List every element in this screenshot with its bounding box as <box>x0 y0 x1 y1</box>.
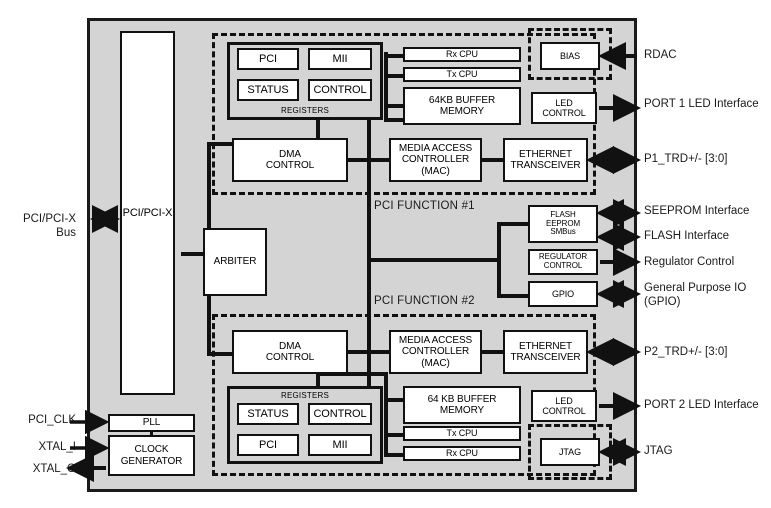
wire-periph-column <box>497 222 501 298</box>
f2-register-mii-label: MII <box>332 438 348 451</box>
f1-tx-cpu-label: Tx CPU <box>446 69 478 80</box>
f1-register-control[interactable]: CONTROL <box>308 79 372 101</box>
io-label-flash: FLASH Interface <box>644 230 730 242</box>
f2-register-control-label: CONTROL <box>313 407 367 420</box>
io-label-pci-clk: PCI_CLK <box>28 414 76 426</box>
f2-register-mii[interactable]: MII <box>308 434 372 456</box>
f2-register-pci-label: PCI <box>258 438 278 451</box>
regulator-control-label: REGULATOR CONTROL <box>538 252 588 270</box>
f2-led-control-label: LED CONTROL <box>542 395 586 416</box>
io-label-p2-trd: P2_TRD+/- [3:0] <box>644 346 728 358</box>
f2-dma-control-label: DMA CONTROL <box>265 340 315 363</box>
f1-register-status[interactable]: STATUS <box>237 79 299 101</box>
arbiter-label: ARBITER <box>213 256 257 268</box>
flash-eeprom-smbus-label: FLASH EEPROM SMBus <box>545 209 581 237</box>
f2-mac-label: MEDIA ACCESS CONTROLLER (MAC) <box>398 335 473 369</box>
pci-pcix-label: PCI/PCI-X <box>122 206 173 219</box>
io-label-port1-led: PORT 1 LED Interface <box>644 98 759 110</box>
f2-register-pci[interactable]: PCI <box>237 434 299 456</box>
io-label-pci-bus: PCI/PCI-X Bus <box>22 213 76 240</box>
io-label-jtag: JTAG <box>644 445 673 457</box>
jtag-boundary <box>528 424 612 480</box>
arbiter-block[interactable]: ARBITER <box>203 228 267 296</box>
f2-tx-cpu-label: Tx CPU <box>446 428 478 439</box>
f1-rx-cpu-block[interactable]: Rx CPU <box>403 47 521 62</box>
f1-tx-cpu-block[interactable]: Tx CPU <box>403 67 521 82</box>
f2-buffer-memory-label: 64 KB BUFFER MEMORY <box>427 393 497 416</box>
f1-led-control-label: LED CONTROL <box>542 97 586 118</box>
f2-led-control-block[interactable]: LED CONTROL <box>531 390 597 422</box>
wire-center-to-periph <box>367 258 501 262</box>
f2-ethernet-transceiver-block[interactable]: ETHERNET TRANSCEIVER <box>503 330 588 374</box>
function2-caption: PCI FUNCTION #2 <box>374 295 475 307</box>
wire-periph-flash <box>497 222 529 226</box>
f1-dma-control-label: DMA CONTROL <box>265 148 315 171</box>
f1-ethernet-transceiver-label: ETHERNET TRANSCEIVER <box>510 148 581 171</box>
clock-generator-block[interactable]: CLOCK GENERATOR <box>108 435 195 476</box>
io-label-xtal-o: XTAL_O <box>32 463 76 475</box>
f1-ethernet-transceiver-block[interactable]: ETHERNET TRANSCEIVER <box>503 138 588 182</box>
f2-register-control[interactable]: CONTROL <box>308 403 372 425</box>
function1-caption: PCI FUNCTION #1 <box>374 200 475 212</box>
io-label-xtal-i: XTAL_I <box>38 441 77 453</box>
f1-register-status-label: STATUS <box>247 83 289 96</box>
f2-registers-label: REGISTERS <box>280 391 330 400</box>
f1-register-pci[interactable]: PCI <box>237 48 299 70</box>
f2-register-status[interactable]: STATUS <box>237 403 299 425</box>
f1-led-control-block[interactable]: LED CONTROL <box>531 92 597 124</box>
wire-periph-gpio <box>497 294 529 298</box>
f2-mac-block[interactable]: MEDIA ACCESS CONTROLLER (MAC) <box>389 330 482 374</box>
io-label-gpio: General Purpose IO (GPIO) <box>644 282 747 309</box>
f2-rx-cpu-label: Rx CPU <box>446 448 478 459</box>
gpio-block[interactable]: GPIO <box>528 281 598 307</box>
f1-buffer-memory-label: 64KB BUFFER MEMORY <box>428 94 496 117</box>
io-label-regulator: Regulator Control <box>644 256 735 268</box>
pll-block[interactable]: PLL <box>108 414 195 432</box>
flash-eeprom-smbus-block[interactable]: FLASH EEPROM SMBus <box>528 205 598 243</box>
f2-rx-cpu-block[interactable]: Rx CPU <box>403 446 521 461</box>
f1-buffer-memory-block[interactable]: 64KB BUFFER MEMORY <box>403 87 521 125</box>
f1-register-mii-label: MII <box>332 52 348 65</box>
io-label-port2-led: PORT 2 LED Interface <box>644 399 759 411</box>
f1-register-pci-label: PCI <box>258 52 278 65</box>
f1-dma-control-block[interactable]: DMA CONTROL <box>232 138 348 182</box>
f2-buffer-memory-block[interactable]: 64 KB BUFFER MEMORY <box>403 386 521 424</box>
block-diagram-canvas: PCI/PCI-X ARBITER PLL CLOCK GENERATOR RE… <box>0 0 771 508</box>
f1-register-control-label: CONTROL <box>313 83 367 96</box>
f1-register-mii[interactable]: MII <box>308 48 372 70</box>
f1-mac-block[interactable]: MEDIA ACCESS CONTROLLER (MAC) <box>389 138 482 182</box>
f1-registers-label: REGISTERS <box>280 106 330 115</box>
f2-dma-control-block[interactable]: DMA CONTROL <box>232 330 348 374</box>
pci-pcix-interface-block[interactable]: PCI/PCI-X <box>120 31 175 395</box>
f2-ethernet-transceiver-label: ETHERNET TRANSCEIVER <box>510 340 581 363</box>
pll-label: PLL <box>142 417 161 429</box>
regulator-control-block[interactable]: REGULATOR CONTROL <box>528 249 598 275</box>
io-label-p1-trd: P1_TRD+/- [3:0] <box>644 153 728 165</box>
f1-rx-cpu-label: Rx CPU <box>446 49 478 60</box>
f2-register-status-label: STATUS <box>247 407 289 420</box>
f1-mac-label: MEDIA ACCESS CONTROLLER (MAC) <box>398 143 473 177</box>
bias-boundary <box>528 28 612 80</box>
io-label-rdac: RDAC <box>644 49 677 61</box>
gpio-label: GPIO <box>551 288 575 299</box>
clock-generator-label: CLOCK GENERATOR <box>120 444 183 467</box>
f2-tx-cpu-block[interactable]: Tx CPU <box>403 426 521 441</box>
io-label-seeprom: SEEPROM Interface <box>644 205 750 217</box>
